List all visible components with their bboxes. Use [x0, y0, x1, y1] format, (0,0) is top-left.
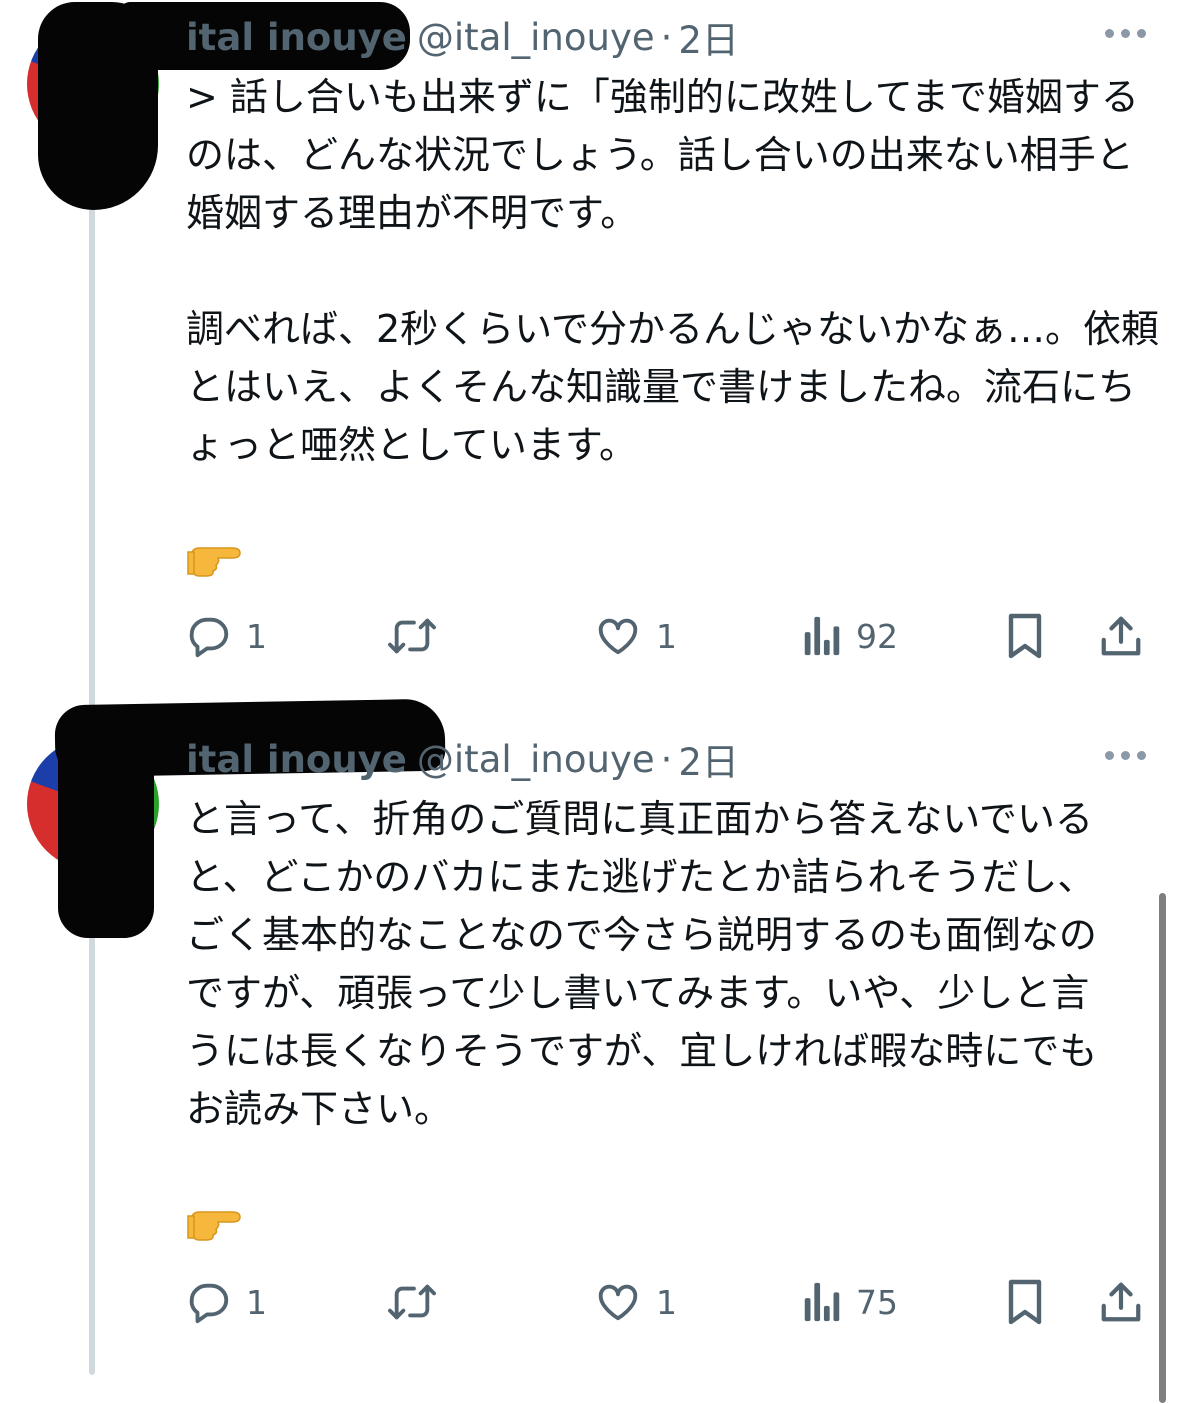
separator: · [660, 737, 673, 781]
like-button[interactable]: 1 [594, 1272, 677, 1332]
tweet-actions: 1 1 75 [186, 1272, 1146, 1332]
bookmark-button[interactable] [1004, 1272, 1046, 1332]
reply-count: 1 [246, 616, 267, 656]
tweet-1[interactable]: ital inouye @ital_inouye · 2日 > 話し合いも出来ず… [0, 0, 1179, 700]
retweet-button[interactable] [386, 606, 452, 666]
share-icon [1101, 1282, 1141, 1322]
bookmark-icon [1008, 1279, 1042, 1325]
views-icon [804, 1282, 840, 1322]
reply-count: 1 [246, 1282, 267, 1322]
pointing-right-icon [186, 538, 244, 582]
bookmark-button[interactable] [1004, 606, 1046, 666]
like-count: 1 [656, 1282, 677, 1322]
scrollbar[interactable] [1159, 893, 1166, 1403]
share-icon [1101, 616, 1141, 656]
more-icon[interactable] [1105, 751, 1146, 760]
retweet-button[interactable] [386, 1272, 452, 1332]
views-button[interactable]: 92 [802, 606, 898, 666]
views-count: 75 [856, 1282, 898, 1322]
share-button[interactable] [1098, 606, 1144, 666]
display-name[interactable]: ital inouye [186, 738, 407, 781]
tweet-text: > 話し合いも出来ずに「強制的に改姓してまで婚姻するのは、どんな状況でしょう。話… [186, 75, 1160, 467]
heart-icon [598, 618, 638, 655]
bookmark-icon [1008, 613, 1042, 659]
reply-button[interactable]: 1 [186, 1272, 267, 1332]
retweet-icon [388, 1284, 436, 1320]
tweet-actions: 1 1 92 [186, 606, 1146, 666]
reply-icon [189, 1283, 229, 1324]
tweet-header: ital inouye @ital_inouye · 2日 [186, 6, 739, 68]
share-button[interactable] [1098, 1272, 1144, 1332]
views-icon [804, 616, 840, 656]
handle[interactable]: @ital_inouye [417, 16, 655, 59]
like-button[interactable]: 1 [594, 606, 677, 666]
timestamp[interactable]: 2日 [678, 732, 739, 786]
heart-icon [598, 1284, 638, 1321]
separator: · [660, 15, 673, 59]
tweet-header: ital inouye @ital_inouye · 2日 [186, 728, 739, 790]
retweet-icon [388, 618, 436, 654]
views-count: 92 [856, 616, 898, 656]
more-icon[interactable] [1105, 29, 1146, 38]
timestamp[interactable]: 2日 [678, 10, 739, 64]
handle[interactable]: @ital_inouye [417, 738, 655, 781]
pointing-right-icon [186, 1202, 244, 1246]
reply-icon [189, 617, 229, 658]
like-count: 1 [656, 616, 677, 656]
reply-button[interactable]: 1 [186, 606, 267, 666]
tweet-text: と言って、折角のご質問に真正面から答えないでいると、どこかのバカにまた逃げたとか… [186, 797, 1098, 1131]
display-name[interactable]: ital inouye [186, 16, 407, 59]
views-button[interactable]: 75 [802, 1272, 898, 1332]
redaction-mark [58, 722, 154, 938]
tweet-2[interactable]: ital inouye @ital_inouye · 2日 と言って、折角のご質… [0, 698, 1179, 1404]
